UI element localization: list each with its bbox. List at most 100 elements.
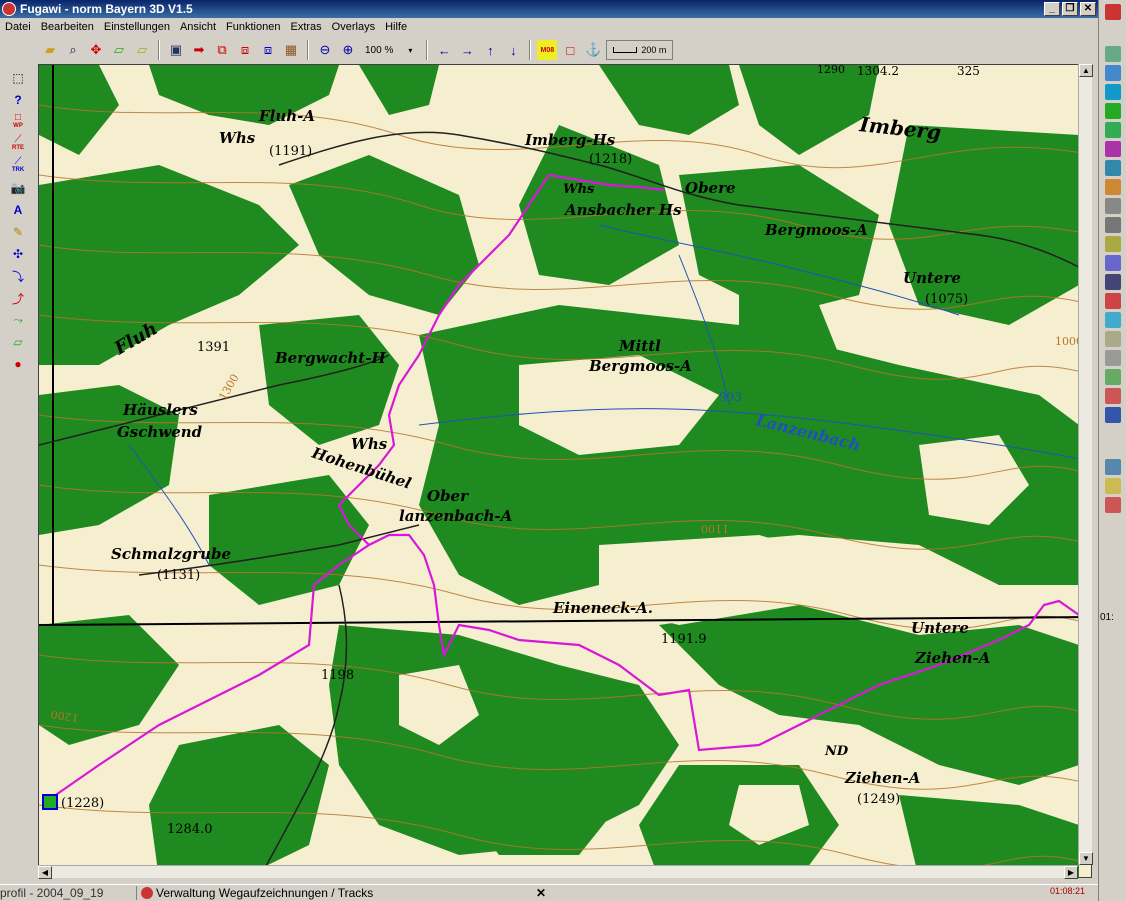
zoom-out-icon[interactable]: ⊖ <box>315 40 335 60</box>
layers-a-icon[interactable]: ▱ <box>109 40 129 60</box>
pen-icon[interactable]: ✎ <box>8 222 28 242</box>
arrow-up-icon[interactable]: ↑ <box>480 40 500 60</box>
select-dropdown-icon[interactable]: ▣ <box>166 40 186 60</box>
scale-line <box>613 47 638 53</box>
tool-12-icon[interactable] <box>1104 274 1121 290</box>
tool-16-icon[interactable] <box>1104 350 1121 366</box>
tool-4-icon[interactable] <box>1104 122 1121 138</box>
taskbar-item-profil[interactable]: profil - 2004_09_19 <box>0 886 136 900</box>
menu-hilfe[interactable]: Hilfe <box>380 21 412 33</box>
globe-icon[interactable] <box>1104 459 1121 475</box>
tool-1-icon[interactable] <box>1104 46 1121 62</box>
toolbar-separator <box>426 40 429 60</box>
merge-tool-icon[interactable]: ⤳ <box>8 310 28 330</box>
scroll-up-icon[interactable]: ▲ <box>1079 64 1093 77</box>
scroll-left-icon[interactable]: ◀ <box>38 866 52 879</box>
window-title: Fugawi - norm Bayern 3D V1.5 <box>20 2 193 16</box>
route-icon[interactable]: ⟋ RTE <box>8 134 28 154</box>
close-button[interactable]: ✕ <box>1080 2 1096 16</box>
menu-funktionen[interactable]: Funktionen <box>221 21 285 33</box>
menu-extras[interactable]: Extras <box>285 21 326 33</box>
layer-tool-icon[interactable]: ▱ <box>8 332 28 352</box>
route-arrow-icon[interactable]: ➡ <box>189 40 209 60</box>
zoom-level-select[interactable]: 100 % <box>361 45 397 56</box>
move-icon[interactable]: ✥ <box>86 40 106 60</box>
tool-15-icon[interactable] <box>1104 331 1121 347</box>
label-imberg-hs: Imberg-Hs <box>524 131 616 149</box>
app-icon <box>2 2 16 16</box>
scale-bar: 200 m <box>606 40 674 60</box>
tool-9-icon[interactable] <box>1104 217 1121 233</box>
minimize-button[interactable]: _ <box>1044 2 1060 16</box>
tool-2-icon[interactable] <box>1104 65 1121 81</box>
arrow-down-icon[interactable]: ↓ <box>503 40 523 60</box>
anchor-icon[interactable]: ⚓ <box>583 40 603 60</box>
zoom-in-icon[interactable]: ⊕ <box>338 40 358 60</box>
help-icon[interactable]: ? <box>8 90 28 110</box>
label-1191: (1191) <box>269 144 312 159</box>
horizontal-scrollbar[interactable]: ◀ ▶ <box>38 865 1078 879</box>
taskbar-item-tracks[interactable]: Verwaltung Wegaufzeichnungen / Tracks ✕ <box>136 886 546 900</box>
tool-18-icon[interactable] <box>1104 388 1121 404</box>
label-993: 993 <box>719 390 742 404</box>
menu-ansicht[interactable]: Ansicht <box>175 21 221 33</box>
menu-overlays[interactable]: Overlays <box>327 21 380 33</box>
label-1131: (1131) <box>157 568 200 583</box>
arrow-right-icon[interactable]: → <box>457 40 477 60</box>
tool-7-icon[interactable] <box>1104 179 1121 195</box>
label-untere-2: Untere <box>911 619 969 637</box>
track-icon[interactable]: ⟋ TRK <box>8 156 28 176</box>
menu-bearbeiten[interactable]: Bearbeiten <box>36 21 99 33</box>
join-tool-icon[interactable]: ⤵ <box>8 266 28 286</box>
layers-b-icon[interactable]: ▱ <box>132 40 152 60</box>
taskbar-close-icon[interactable]: ✕ <box>536 886 546 900</box>
tool-10-icon[interactable] <box>1104 236 1121 252</box>
split-tool-icon[interactable]: ⤴ <box>8 288 28 308</box>
start-waypoint-icon[interactable] <box>42 794 58 810</box>
red-frame-icon[interactable]: □ <box>560 40 580 60</box>
scroll-down-icon[interactable]: ▼ <box>1079 852 1093 865</box>
tool-17-icon[interactable] <box>1104 369 1121 385</box>
tool-3-icon[interactable] <box>1104 103 1121 119</box>
tool-13-icon[interactable] <box>1104 293 1121 309</box>
vertical-scrollbar[interactable]: ▲ ▼ <box>1078 64 1093 865</box>
magnify-icon[interactable]: ⌕ <box>63 40 83 60</box>
tool-14-icon[interactable] <box>1104 312 1121 328</box>
map-view[interactable]: Fluh-A Whs (1191) Imberg-Hs (1218) Whs A… <box>38 64 1092 878</box>
camera-icon[interactable]: 📷 <box>8 178 28 198</box>
spacer <box>1104 23 1121 43</box>
app-logo-icon <box>1104 4 1121 20</box>
restore-button[interactable]: ❐ <box>1062 2 1078 16</box>
tool-11-icon[interactable] <box>1104 255 1121 271</box>
menu-einstellungen[interactable]: Einstellungen <box>99 21 175 33</box>
waypoint-icon[interactable]: □ WP <box>8 112 28 132</box>
photo-icon[interactable]: ▦ <box>281 40 301 60</box>
copy-frame-icon[interactable]: ⧉ <box>212 40 232 60</box>
text-tool-icon[interactable]: A <box>8 200 28 220</box>
scroll-right-icon[interactable]: ▶ <box>1064 866 1078 879</box>
topo-map[interactable]: Fluh-A Whs (1191) Imberg-Hs (1218) Whs A… <box>39 65 1092 878</box>
ie-icon[interactable] <box>1104 84 1121 100</box>
arrow-left-icon[interactable]: ← <box>434 40 454 60</box>
chevron-down-icon[interactable]: ▾ <box>400 40 420 60</box>
wp-label: WP <box>13 123 23 129</box>
label-whs-2: Whs <box>563 182 595 197</box>
label-whs-3: Whs <box>351 435 388 453</box>
open-folder-icon[interactable]: ▰ <box>40 40 60 60</box>
snap-tool-icon[interactable]: ✣ <box>8 244 28 264</box>
label-1284-0: 1284.0 <box>167 822 213 837</box>
tool-8-icon[interactable] <box>1104 198 1121 214</box>
menu-datei[interactable]: Datei <box>0 21 36 33</box>
label-1391: 1391 <box>197 340 230 355</box>
point-tool-icon[interactable]: ● <box>8 354 28 374</box>
tool-6-icon[interactable] <box>1104 160 1121 176</box>
frame-blue-icon[interactable]: ⧈ <box>258 40 278 60</box>
left-toolbar: ⬚ ? □ WP ⟋ RTE ⟋ TRK 📷 A ✎ ✣ ⤵ ⤴ ⤳ ▱ ● <box>0 64 36 404</box>
tool-19-icon[interactable] <box>1104 407 1121 423</box>
frame-red-icon[interactable]: ⧈ <box>235 40 255 60</box>
mos-icon[interactable]: M08 <box>537 40 558 60</box>
select-rect-icon[interactable]: ⬚ <box>8 68 28 88</box>
folder-icon[interactable] <box>1104 478 1121 494</box>
tool-5-icon[interactable] <box>1104 141 1121 157</box>
compass-icon[interactable] <box>1104 497 1121 513</box>
